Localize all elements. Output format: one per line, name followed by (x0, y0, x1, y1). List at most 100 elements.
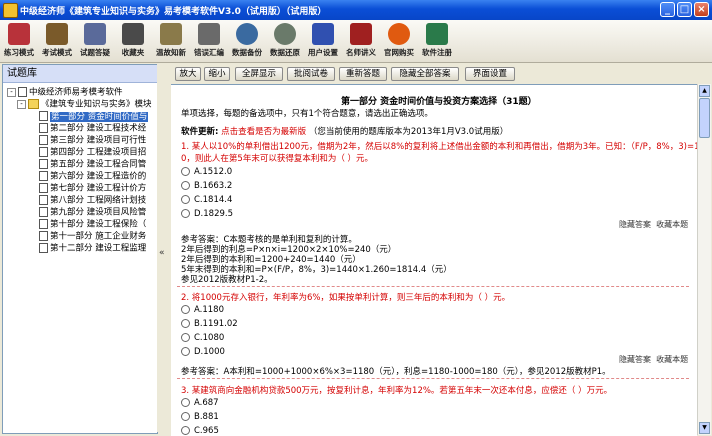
hide-answer-link[interactable]: 隐藏答案 (619, 355, 651, 364)
tree-chapter-2[interactable]: 第二部分 建设工程技术经 (39, 123, 146, 134)
tree-chapter-8[interactable]: 第八部分 工程网络计划技 (39, 195, 146, 206)
collect-question-link[interactable]: 收藏本题 (656, 220, 688, 229)
pen-icon (160, 23, 182, 45)
section-instruction: 单项选择，每题的备选项中，只有1个符合题意，请选出正确选项。 (181, 109, 433, 119)
restart-button[interactable]: 重新答题 (339, 67, 387, 81)
question-2-option-b[interactable]: B.1191.02 (181, 319, 238, 329)
scroll-icon (46, 23, 68, 45)
collapse-icon[interactable]: - (7, 87, 16, 97)
page-icon (39, 159, 48, 169)
question-1-option-a[interactable]: A.1512.0 (181, 167, 232, 177)
app-icon (3, 3, 18, 18)
question-1-option-d[interactable]: D.1829.5 (181, 209, 233, 219)
question-bank-panel: 试题库 - 中级经济师易考模考软件 - 《建筑专业知识与实务》模块 第一部分 资金时… (2, 64, 158, 434)
hide-all-answers-button[interactable]: 隐藏全部答案 (391, 67, 459, 81)
tree-root[interactable]: - 中级经济师易考模考软件 (7, 87, 123, 98)
radio-button[interactable] (181, 333, 190, 342)
page-icon (39, 195, 48, 205)
question-2-answer: 参考答案：A本利和=1000+1000×6%×3=1180（元），利息=1180… (181, 367, 611, 377)
tree-chapter-12[interactable]: 第十二部分 建设工程监理 (39, 243, 146, 254)
hide-answer-link[interactable]: 隐藏答案 (619, 220, 651, 229)
tool-mistakes[interactable]: 错误汇编 (192, 21, 226, 61)
grade-paper-button[interactable]: 批阅试卷 (287, 67, 335, 81)
close-button[interactable]: × (694, 2, 709, 17)
question-1-stem-line-2: 0，则此人在第5年末可以获得复本利和为（ ）元。 (181, 154, 374, 164)
update-label: 软件更新: (181, 127, 219, 137)
collect-question-link[interactable]: 收藏本题 (656, 355, 688, 364)
zoom-in-button[interactable]: 放大 (175, 67, 201, 81)
tool-register[interactable]: 软件注册 (420, 21, 454, 61)
question-1-links: 隐藏答案 收藏本题 (619, 219, 688, 230)
books-icon (8, 23, 30, 45)
vertical-scrollbar[interactable]: ▲ ▼ (697, 84, 711, 435)
question-2-option-c[interactable]: C.1080 (181, 333, 224, 343)
panel-splitter[interactable]: « (157, 64, 170, 432)
tree-chapter-1[interactable]: 第一部分 资金时间价值与 (39, 111, 149, 122)
tree-chapter-4[interactable]: 第四部分 工程建设项目招 (39, 147, 146, 158)
ui-settings-button[interactable]: 界面设置 (465, 67, 515, 81)
tool-buy[interactable]: 官网购买 (382, 21, 416, 61)
page-icon (39, 135, 48, 145)
tool-backup[interactable]: 数据备份 (230, 21, 264, 61)
radio-button[interactable] (181, 398, 190, 407)
radio-button[interactable] (181, 412, 190, 421)
tool-practice-mode[interactable]: 练习模式 (2, 21, 36, 61)
refresh-icon (274, 23, 296, 45)
question-1-answer-line-5: 参见2012版教材P1-2。 (181, 275, 273, 285)
tree-chapter-6[interactable]: 第六部分 建设工程造价的 (39, 171, 146, 182)
collapse-icon[interactable]: - (17, 99, 26, 109)
question-panel: 放大 缩小 全屏显示 批阅试卷 重新答题 隐藏全部答案 界面设置 第一部分 资金… (171, 64, 711, 436)
update-line: 软件更新: 点击查看是否为最新版 （您当前使用的题库版本为2013年1月V3.0… (181, 125, 508, 137)
collapse-left-icon[interactable]: « (159, 248, 165, 258)
zoom-out-button[interactable]: 缩小 (204, 67, 230, 81)
tool-user-settings[interactable]: 用户设置 (306, 21, 340, 61)
tool-qa[interactable]: 试题答疑 (78, 21, 112, 61)
tool-restore[interactable]: 数据还原 (268, 21, 302, 61)
page-icon (39, 219, 48, 229)
fullscreen-button[interactable]: 全屏显示 (235, 67, 283, 81)
update-note: （您当前使用的题库版本为2013年1月V3.0试用版） (308, 127, 509, 137)
question-1-stem-line-1: 1. 某人以10%的单利借出1200元，借期为2年，然后以8%的复利将上述借出金… (181, 142, 697, 152)
question-2-stem: 2. 将1000元存入银行，年利率为6%，如果按单利计算，则三年后的本利和为（ … (181, 293, 511, 303)
radio-button[interactable] (181, 319, 190, 328)
question-3-option-b[interactable]: B.881 (181, 412, 219, 422)
scroll-up-icon[interactable]: ▲ (699, 85, 710, 97)
scroll-thumb[interactable] (699, 98, 710, 138)
bag-icon (122, 23, 144, 45)
tool-exam-mode[interactable]: 考试模式 (40, 21, 74, 61)
tool-favorites[interactable]: 收藏夹 (116, 21, 150, 61)
maximize-button[interactable]: □ (677, 2, 692, 17)
update-link[interactable]: 点击查看是否为最新版 (221, 127, 306, 137)
tree-chapter-10[interactable]: 第十部分 建设工程保险（ (39, 219, 146, 230)
tree-chapter-3[interactable]: 第三部分 建设项目可行性 (39, 135, 146, 146)
divider (177, 286, 689, 287)
radio-button[interactable] (181, 181, 190, 190)
radio-button[interactable] (181, 305, 190, 314)
tool-lectures[interactable]: 名师讲义 (344, 21, 378, 61)
main-toolbar: 练习模式 考试模式 试题答疑 收藏夹 温故知新 错误汇编 数据备份 数据还原 用… (0, 20, 712, 63)
radio-button[interactable] (181, 209, 190, 218)
page-icon (39, 207, 48, 217)
scroll-down-icon[interactable]: ▼ (699, 422, 710, 434)
tree-book[interactable]: - 《建筑专业知识与实务》模块 (17, 99, 152, 110)
radio-button[interactable] (181, 167, 190, 176)
tool-review[interactable]: 温故知新 (154, 21, 188, 61)
action-bar: 放大 缩小 全屏显示 批阅试卷 重新答题 隐藏全部答案 界面设置 (171, 64, 710, 84)
radio-button[interactable] (181, 347, 190, 356)
question-1-option-c[interactable]: C.1814.4 (181, 195, 232, 205)
question-2-option-a[interactable]: A.1180 (181, 305, 224, 315)
notes-icon (84, 23, 106, 45)
question-1-option-b[interactable]: B.1663.2 (181, 181, 232, 191)
section-heading: 第一部分 资金时间价值与投资方案选择（31题） (341, 97, 537, 107)
people-icon (426, 23, 448, 45)
minimize-button[interactable]: _ (660, 2, 675, 17)
tree-chapter-7[interactable]: 第七部分 建设工程计价方 (39, 183, 146, 194)
radio-button[interactable] (181, 426, 190, 435)
tree-chapter-5[interactable]: 第五部分 建设工程合同管 (39, 159, 146, 170)
question-3-option-a[interactable]: A.687 (181, 398, 219, 408)
radio-button[interactable] (181, 195, 190, 204)
tree-chapter-9[interactable]: 第九部分 建设项目风险管 (39, 207, 146, 218)
question-2-option-d[interactable]: D.1000 (181, 347, 225, 357)
tree-chapter-11[interactable]: 第十一部分 施工企业财务 (39, 231, 146, 242)
page-icon (39, 147, 48, 157)
